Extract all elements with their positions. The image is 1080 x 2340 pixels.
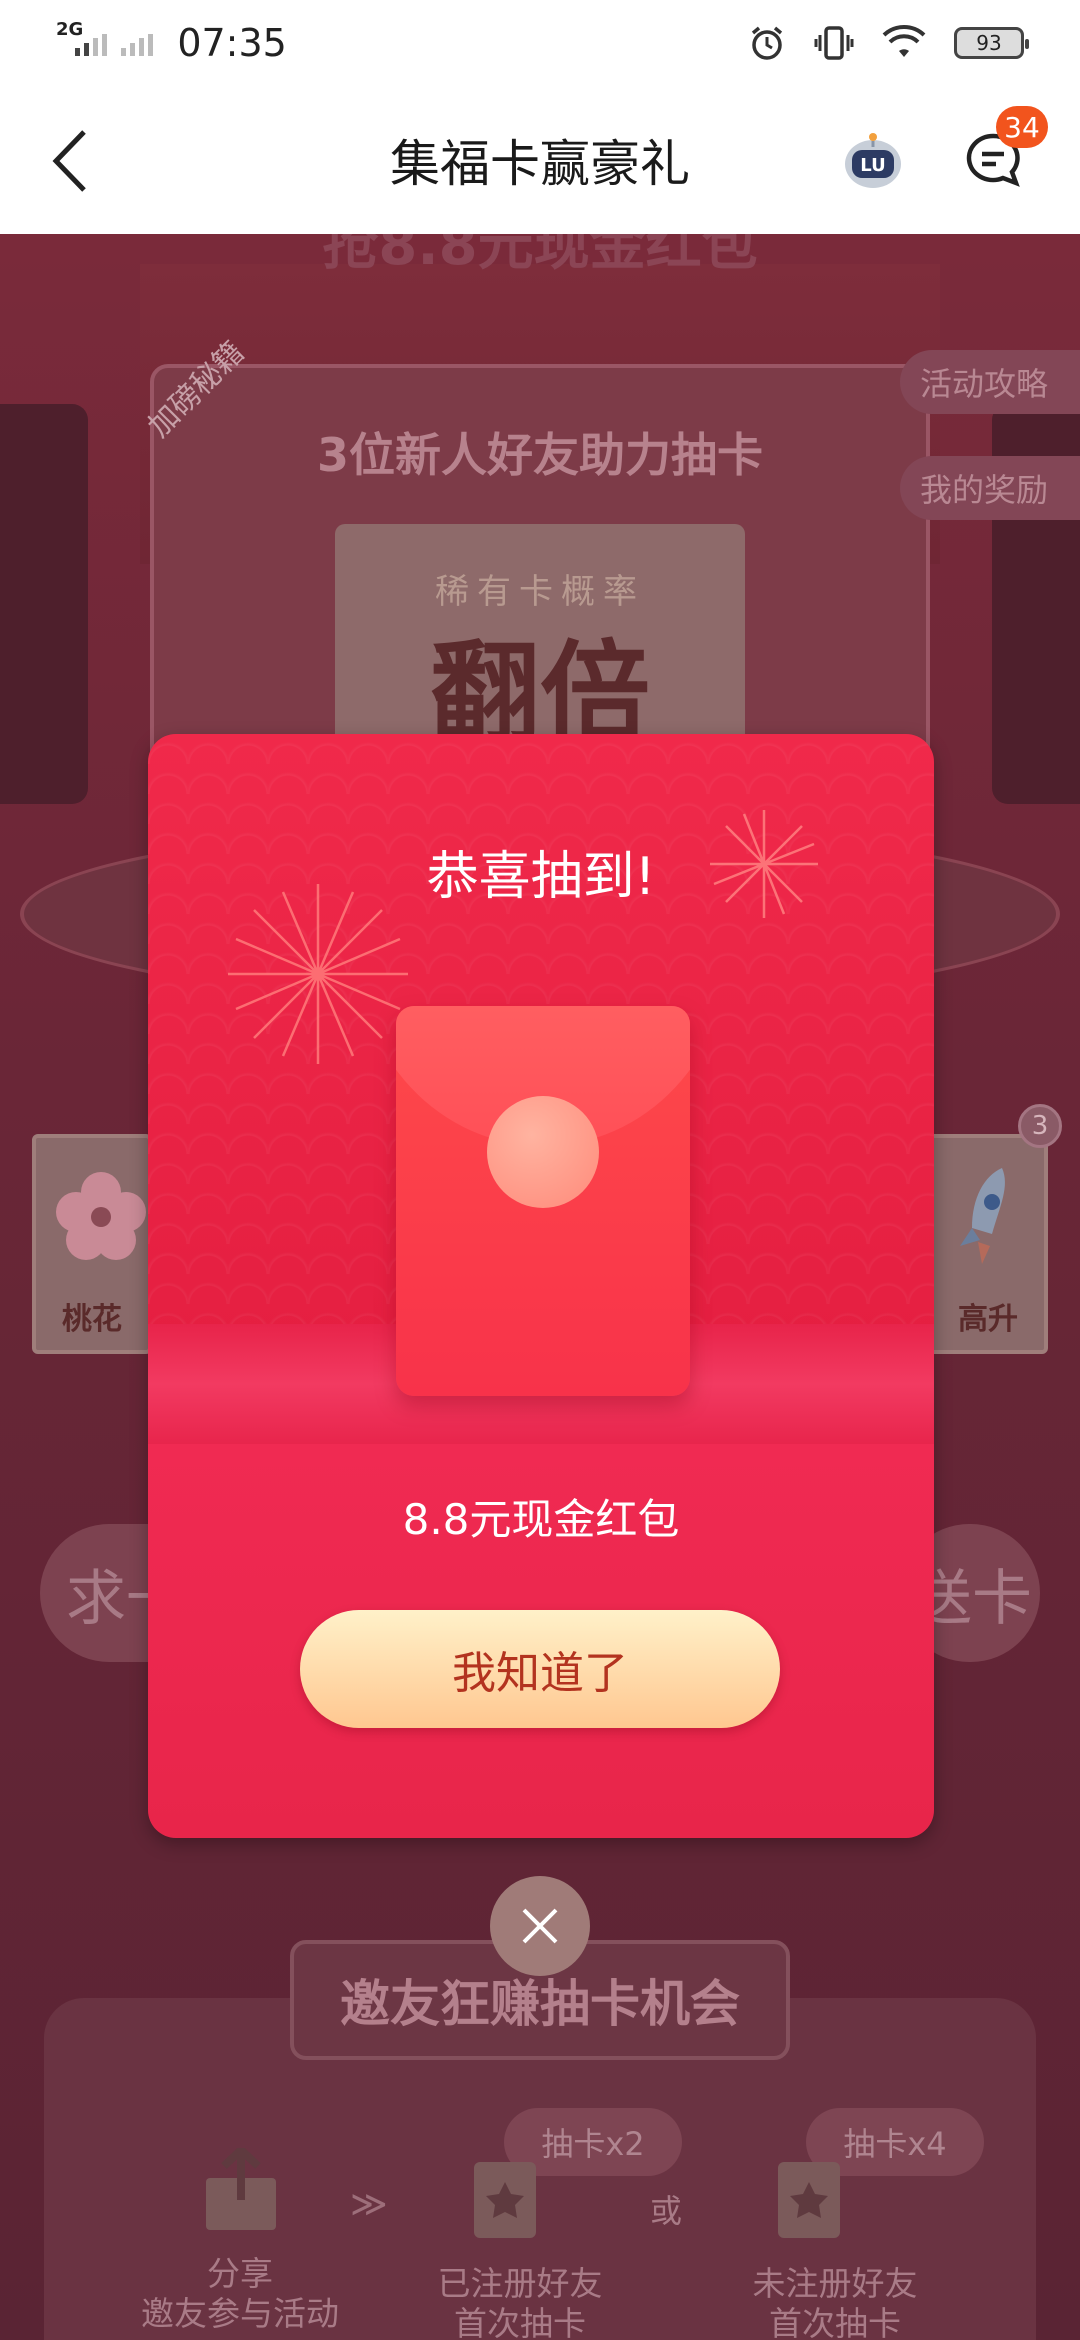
banner-text: 抢8.8元现金红包 bbox=[322, 234, 758, 278]
my-rewards-button[interactable]: 我的奖励 bbox=[900, 456, 1080, 520]
network-type: 2G bbox=[56, 18, 84, 40]
prize-dialog: 恭喜抽到! 8.8元现金红包 我知道了 bbox=[148, 734, 934, 1838]
step-arrow: ≫ bbox=[350, 2184, 388, 2225]
prize-name: 8.8元现金红包 bbox=[402, 1495, 680, 1544]
step-share-line1: 分享 bbox=[207, 2254, 273, 2293]
card-count-badge: 3 bbox=[1018, 1104, 1062, 1148]
message-count-badge: 34 bbox=[996, 106, 1048, 148]
alarm-icon bbox=[751, 26, 783, 60]
status-right: 93 bbox=[748, 23, 1029, 63]
battery-icon: 93 bbox=[954, 27, 1029, 59]
step-unregistered-line2: 首次抽卡 bbox=[769, 2304, 901, 2340]
card-star-icon bbox=[474, 2162, 536, 2238]
status-left: 2G 07:35 bbox=[56, 18, 287, 66]
wifi-icon bbox=[882, 25, 926, 57]
clock: 07:35 bbox=[177, 21, 287, 65]
step-unregistered-line1: 未注册好友 bbox=[752, 2264, 918, 2303]
nav-bar: 集福卡赢豪礼 LU 34 bbox=[0, 86, 1080, 234]
left-card-peek bbox=[0, 404, 88, 804]
assistant-button[interactable]: LU bbox=[838, 126, 908, 196]
fortune-card-right-label: 高升 bbox=[958, 1302, 1018, 1337]
step-share-line2: 邀友参与活动 bbox=[141, 2294, 339, 2333]
svg-text:LU: LU bbox=[860, 155, 885, 176]
page-title: 集福卡赢豪礼 bbox=[390, 135, 690, 193]
activity-guide-button[interactable]: 活动攻略 bbox=[900, 350, 1080, 414]
or-label: 或 bbox=[650, 2192, 683, 2230]
boost-card-title: 3位新人好友助力抽卡 bbox=[316, 428, 763, 482]
fortune-card-right[interactable]: 高升 bbox=[928, 1134, 1048, 1354]
close-icon bbox=[522, 1908, 558, 1944]
rocket-icon bbox=[960, 1168, 1005, 1264]
share-icon bbox=[206, 2148, 276, 2230]
signal-icon bbox=[75, 30, 154, 56]
congrats-title: 恭喜抽到! bbox=[426, 847, 656, 907]
close-dialog-button[interactable] bbox=[490, 1876, 590, 1976]
red-envelope-icon bbox=[396, 1006, 690, 1396]
vibrate-icon bbox=[814, 26, 854, 60]
envelope-seal bbox=[487, 1096, 599, 1208]
got-it-button[interactable]: 我知道了 bbox=[300, 1610, 780, 1728]
fortune-card-left[interactable]: 桃花 bbox=[32, 1134, 152, 1354]
robot-icon: LU bbox=[845, 133, 901, 188]
status-bar: 2G 07:35 93 bbox=[0, 0, 1080, 86]
card-star-icon bbox=[778, 2162, 840, 2238]
step-registered-label: 已注册好友 首次抽卡 bbox=[400, 2264, 640, 2340]
step-registered-line1: 已注册好友 bbox=[437, 2264, 603, 2303]
step-registered-line2: 首次抽卡 bbox=[454, 2304, 586, 2340]
fortune-card-left-label: 桃花 bbox=[62, 1302, 122, 1337]
step-share-label: 分享 邀友参与活动 bbox=[100, 2254, 380, 2334]
flower-icon bbox=[56, 1172, 146, 1260]
step-unregistered-label: 未注册好友 首次抽卡 bbox=[710, 2264, 960, 2340]
